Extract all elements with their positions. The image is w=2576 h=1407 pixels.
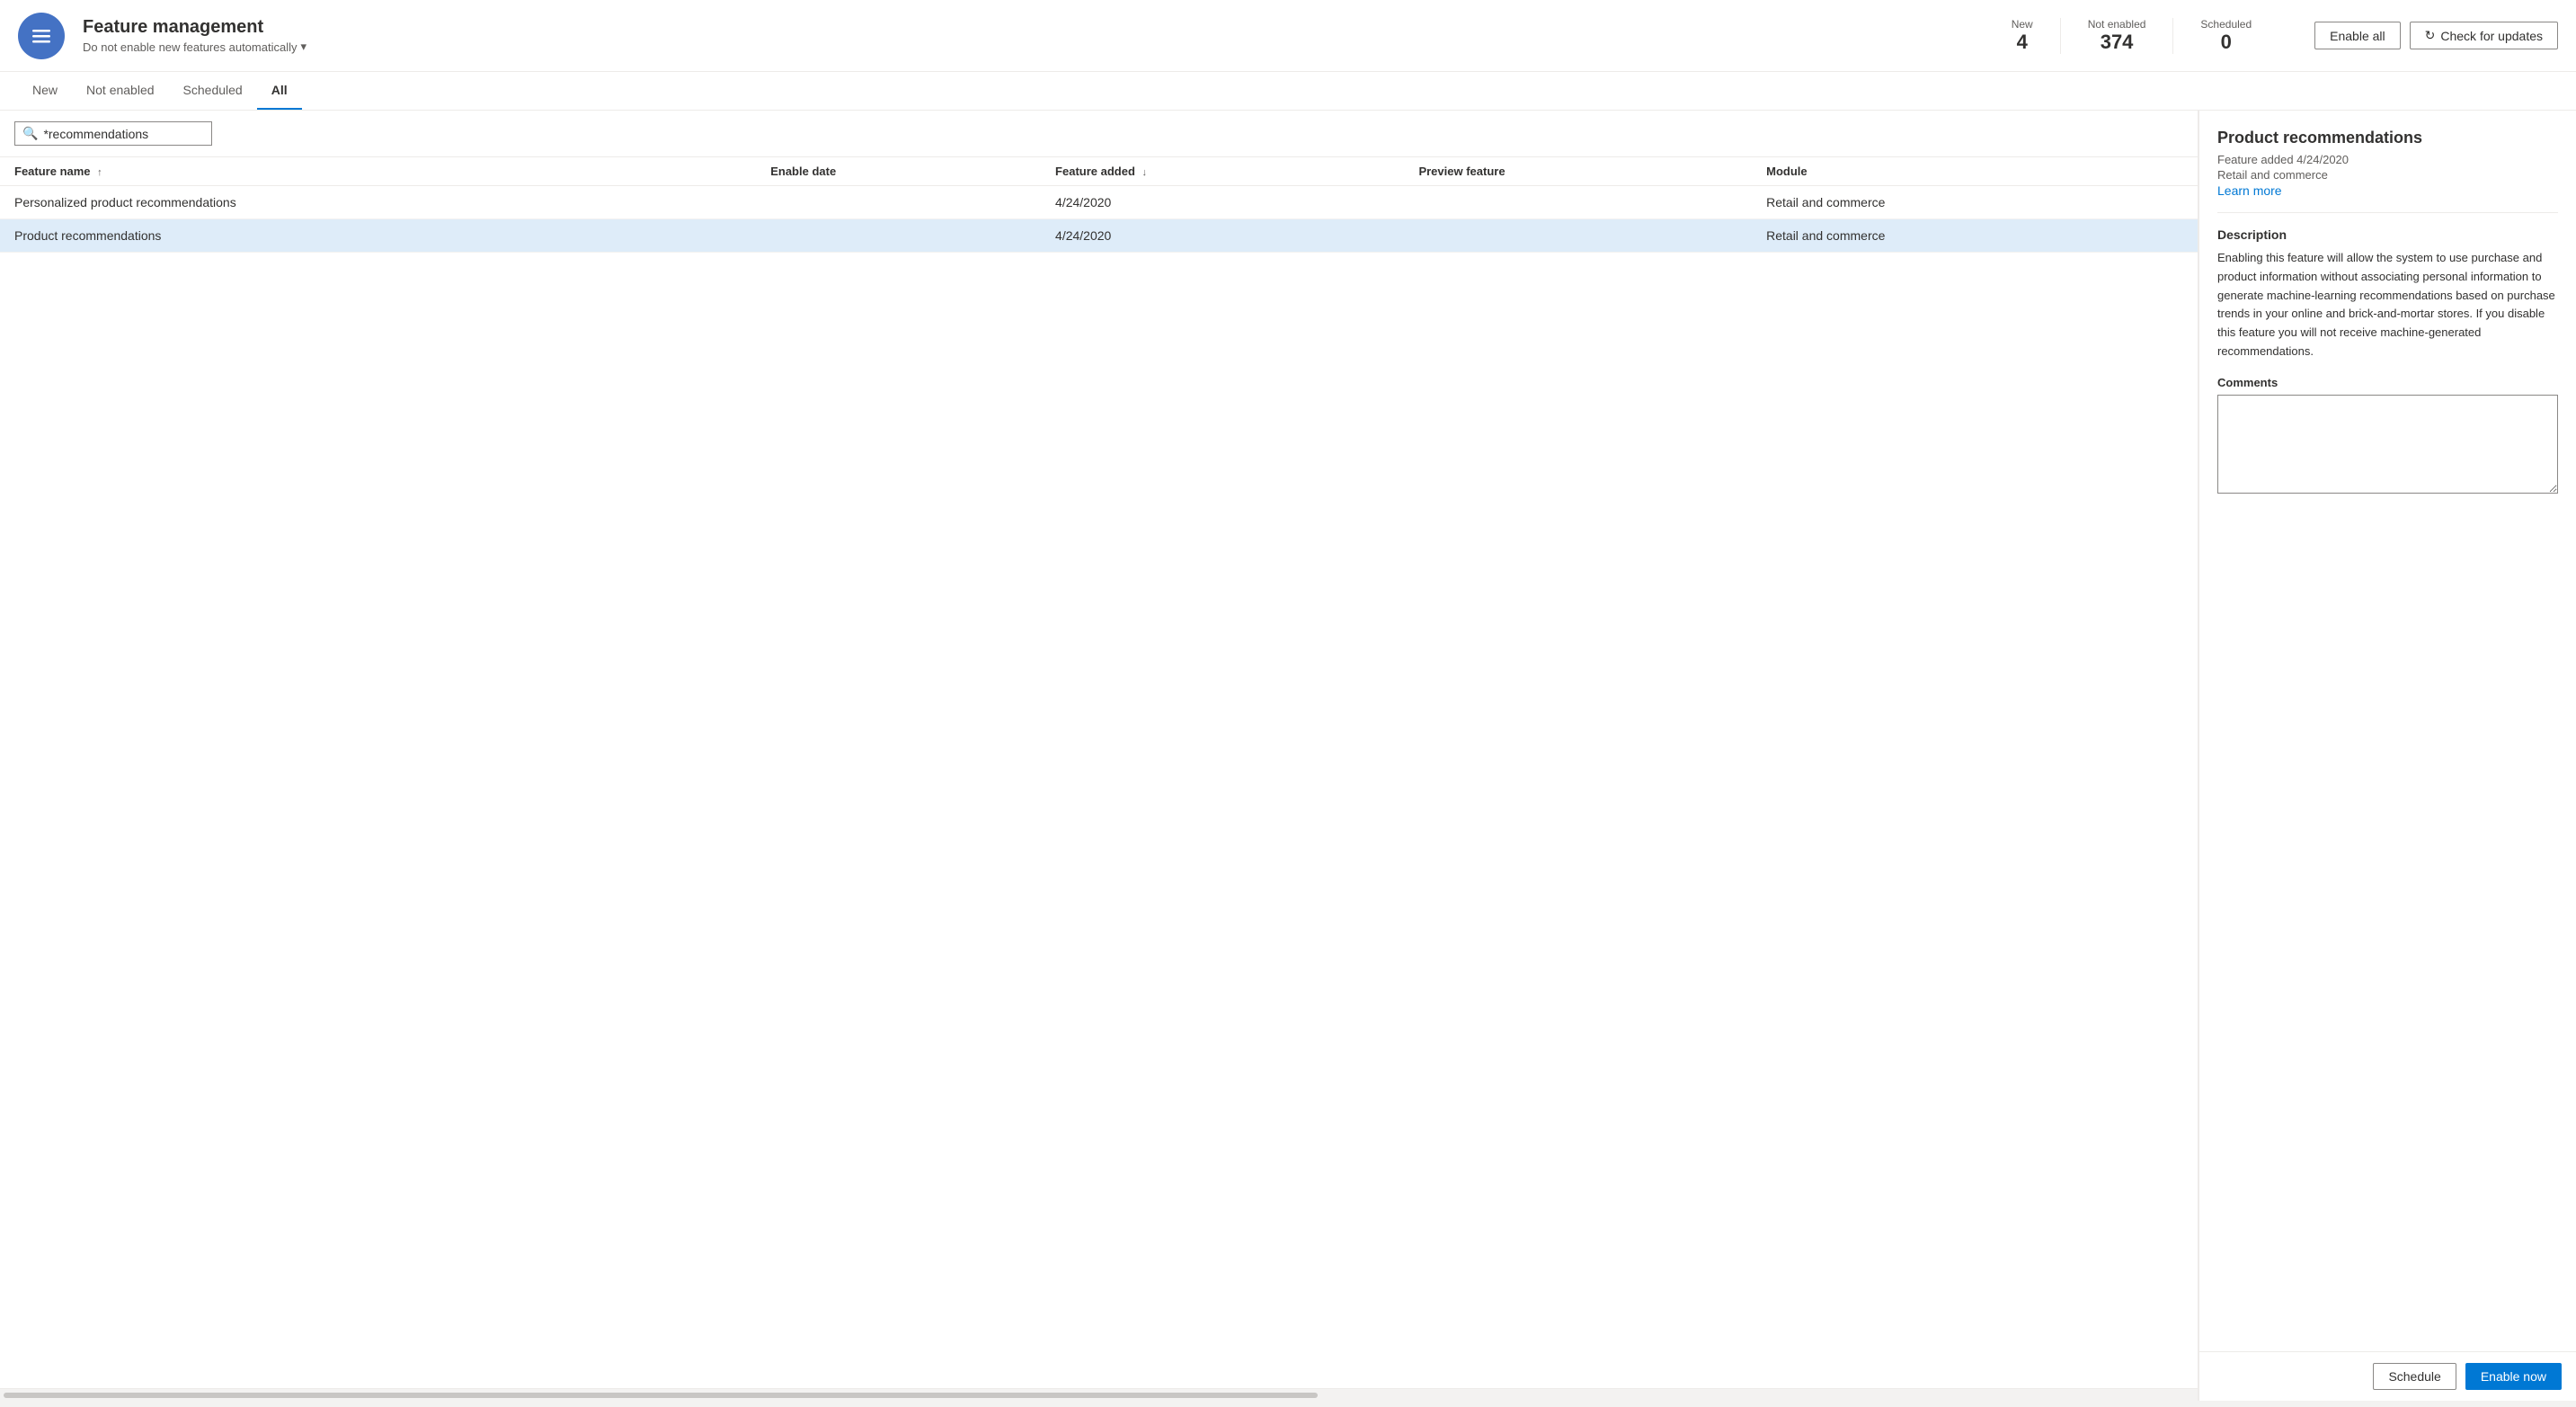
left-panel: 🔍 Feature name ↑ Enable date (0, 111, 2198, 1401)
stat-not-enabled: Not enabled 374 (2061, 18, 2174, 54)
table-row[interactable]: Personalized product recommendations4/24… (0, 186, 2198, 219)
refresh-icon: ↻ (2425, 28, 2436, 43)
detail-description: Enabling this feature will allow the sys… (2217, 249, 2558, 361)
header-buttons: Enable all ↻ Check for updates (2314, 22, 2558, 49)
stat-not-enabled-value: 374 (2101, 31, 2134, 54)
subtitle-text: Do not enable new features automatically (83, 40, 297, 54)
stat-scheduled: Scheduled 0 (2173, 18, 2278, 54)
search-bar: 🔍 (0, 111, 2198, 157)
check-for-updates-label: Check for updates (2440, 29, 2543, 43)
right-panel: Product recommendations Feature added 4/… (2198, 111, 2576, 1401)
stat-new-label: New (2012, 18, 2033, 31)
table-header-row: Feature name ↑ Enable date Feature added… (0, 157, 2198, 186)
chevron-down-icon: ▾ (300, 40, 306, 54)
sort-desc-icon: ↓ (1142, 167, 1148, 178)
page-title: Feature management (83, 17, 306, 38)
sort-asc-icon: ↑ (97, 167, 102, 178)
subtitle-dropdown[interactable]: Do not enable new features automatically… (83, 40, 306, 54)
right-panel-content: Product recommendations Feature added 4/… (2199, 111, 2576, 1351)
stat-scheduled-value: 0 (2221, 31, 2232, 54)
horizontal-scrollbar[interactable] (0, 1388, 2198, 1401)
col-feature-added[interactable]: Feature added ↓ (1041, 157, 1404, 186)
right-panel-footer: Schedule Enable now (2199, 1351, 2576, 1401)
enable-all-button[interactable]: Enable all (2314, 22, 2401, 49)
col-enable-date[interactable]: Enable date (756, 157, 1041, 186)
col-preview-feature[interactable]: Preview feature (1404, 157, 1752, 186)
stat-not-enabled-label: Not enabled (2088, 18, 2146, 31)
detail-feature-added: Feature added 4/24/2020 (2217, 153, 2558, 166)
detail-module: Retail and commerce (2217, 168, 2558, 182)
comments-label: Comments (2217, 376, 2558, 389)
page-header: Feature management Do not enable new fea… (0, 0, 2576, 72)
tab-new[interactable]: New (18, 72, 72, 110)
search-input-wrap: 🔍 (14, 121, 212, 146)
title-block: Feature management Do not enable new fea… (83, 17, 306, 54)
table-row[interactable]: Product recommendations4/24/2020Retail a… (0, 219, 2198, 253)
app-icon (18, 13, 65, 59)
search-icon: 🔍 (22, 126, 38, 141)
col-module[interactable]: Module (1752, 157, 2198, 186)
search-input[interactable] (43, 127, 204, 141)
stat-new: New 4 (1985, 18, 2061, 54)
scrollbar-thumb (4, 1393, 1318, 1398)
col-feature-name[interactable]: Feature name ↑ (0, 157, 756, 186)
tab-not-enabled[interactable]: Not enabled (72, 72, 169, 110)
enable-now-button[interactable]: Enable now (2465, 1363, 2562, 1390)
check-for-updates-button[interactable]: ↻ Check for updates (2410, 22, 2558, 49)
stat-scheduled-label: Scheduled (2200, 18, 2252, 31)
stats-block: New 4 Not enabled 374 Scheduled 0 (1985, 18, 2278, 54)
feature-table: Feature name ↑ Enable date Feature added… (0, 157, 2198, 1388)
divider (2217, 212, 2558, 213)
comments-textarea[interactable] (2217, 395, 2558, 494)
tabs-bar: New Not enabled Scheduled All (0, 72, 2576, 111)
description-section-title: Description (2217, 227, 2558, 242)
stat-new-value: 4 (2017, 31, 2028, 54)
main-layout: 🔍 Feature name ↑ Enable date (0, 111, 2576, 1401)
features-grid: Feature name ↑ Enable date Feature added… (0, 157, 2198, 253)
learn-more-link[interactable]: Learn more (2217, 183, 2282, 198)
tab-all[interactable]: All (257, 72, 302, 110)
tab-scheduled[interactable]: Scheduled (169, 72, 257, 110)
detail-title: Product recommendations (2217, 129, 2558, 147)
schedule-button[interactable]: Schedule (2373, 1363, 2456, 1390)
